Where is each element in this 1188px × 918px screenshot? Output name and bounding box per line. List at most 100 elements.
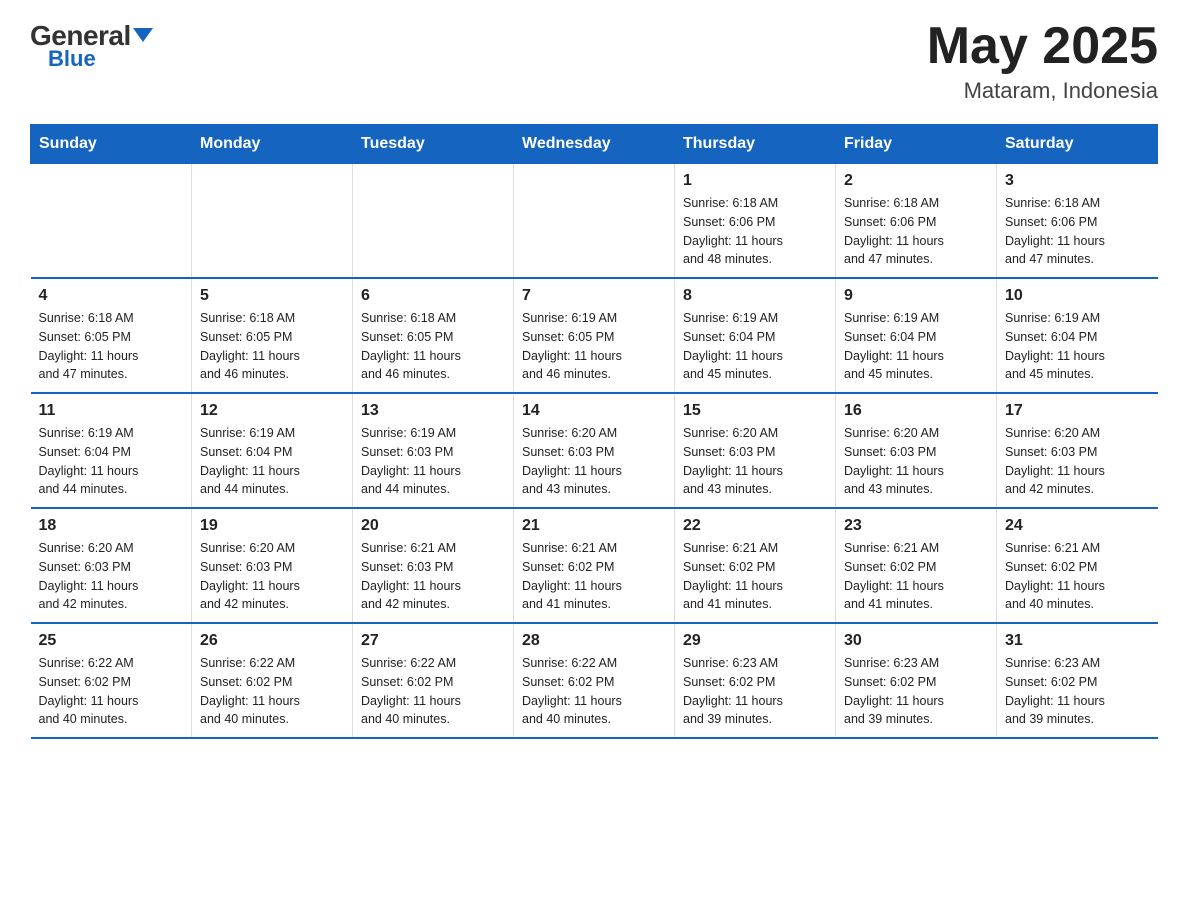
calendar-day-cell: 30 Sunrise: 6:23 AM Sunset: 6:02 PM Dayli… <box>836 623 997 738</box>
day-of-week-header: Tuesday <box>353 125 514 164</box>
day-info: Sunrise: 6:20 AM Sunset: 6:03 PM Dayligh… <box>683 424 827 499</box>
calendar-week-row: 4 Sunrise: 6:18 AM Sunset: 6:05 PM Daylig… <box>31 278 1158 393</box>
calendar-week-row: 11 Sunrise: 6:19 AM Sunset: 6:04 PM Dayli… <box>31 393 1158 508</box>
day-number: 11 <box>39 402 184 420</box>
day-number: 9 <box>844 287 988 305</box>
day-number: 1 <box>683 172 827 190</box>
calendar-day-cell: 9 Sunrise: 6:19 AM Sunset: 6:04 PM Daylig… <box>836 278 997 393</box>
day-number: 23 <box>844 517 988 535</box>
calendar-day-cell: 3 Sunrise: 6:18 AM Sunset: 6:06 PM Daylig… <box>997 164 1158 279</box>
calendar-day-cell: 18Sunrise: 6:20 AM Sunset: 6:03 PM Dayli… <box>31 508 192 623</box>
logo-triangle-icon <box>133 28 153 42</box>
calendar-header: SundayMondayTuesdayWednesdayThursdayFrid… <box>31 125 1158 164</box>
calendar-week-row: 18 Sunrise: 6:20 AM Sunset: 6:03 PM Dayli… <box>31 508 1158 623</box>
day-of-week-header: Wednesday <box>514 125 675 164</box>
day-of-week-header: Saturday <box>997 125 1158 164</box>
day-info: Sunrise: 6:20 AM Sunset: 6:03 PM Dayligh… <box>200 539 344 614</box>
day-number: 29 <box>683 632 827 650</box>
days-of-week-row: SundayMondayTuesdayWednesdayThursdayFrid… <box>31 125 1158 164</box>
day-number: 16 <box>844 402 988 420</box>
calendar-day-cell: 2 Sunrise: 6:18 AM Sunset: 6:06 PM Daylig… <box>836 164 997 279</box>
calendar-day-cell: 21Sunrise: 6:21 AM Sunset: 6:02 PM Dayli… <box>514 508 675 623</box>
day-info: Sunrise: 6:22 AM Sunset: 6:02 PM Dayligh… <box>522 654 666 729</box>
day-number: 13 <box>361 402 505 420</box>
page-header: General Blue May 2025 Mataram, Indonesia <box>30 20 1158 104</box>
month-year-title: May 2025 <box>927 20 1158 72</box>
calendar-day-cell: 28 Sunrise: 6:22 AM Sunset: 6:02 PM Dayli… <box>514 623 675 738</box>
calendar-day-cell: 1 Sunrise: 6:18 AM Sunset: 6:06 PM Daylig… <box>675 164 836 279</box>
day-info: Sunrise: 6:19 AM Sunset: 6:04 PM Dayligh… <box>683 309 827 384</box>
day-info: Sunrise: 6:23 AM Sunset: 6:02 PM Dayligh… <box>844 654 988 729</box>
calendar-day-cell <box>514 164 675 279</box>
location-subtitle: Mataram, Indonesia <box>927 78 1158 104</box>
calendar-day-cell: 12 Sunrise: 6:19 AM Sunset: 6:04 PM Dayli… <box>192 393 353 508</box>
day-info: Sunrise: 6:22 AM Sunset: 6:02 PM Dayligh… <box>361 654 505 729</box>
logo-blue-text: Blue <box>48 46 96 72</box>
day-of-week-header: Friday <box>836 125 997 164</box>
day-number: 6 <box>361 287 505 305</box>
calendar-day-cell: 13 Sunrise: 6:19 AM Sunset: 6:03 PM Dayli… <box>353 393 514 508</box>
day-info: Sunrise: 6:23 AM Sunset: 6:02 PM Dayligh… <box>683 654 827 729</box>
day-number: 18 <box>39 517 184 535</box>
calendar-day-cell: 14 Sunrise: 6:20 AM Sunset: 6:03 PM Dayli… <box>514 393 675 508</box>
day-info: Sunrise: 6:19 AM Sunset: 6:04 PM Dayligh… <box>1005 309 1150 384</box>
day-info: Sunrise: 6:18 AM Sunset: 6:05 PM Dayligh… <box>361 309 505 384</box>
day-info: Sunrise: 6:21 AM Sunset: 6:02 PM Dayligh… <box>844 539 988 614</box>
calendar-day-cell: 5Sunrise: 6:18 AM Sunset: 6:05 PM Daylig… <box>192 278 353 393</box>
calendar-day-cell: 10Sunrise: 6:19 AM Sunset: 6:04 PM Dayli… <box>997 278 1158 393</box>
day-info: Sunrise: 6:20 AM Sunset: 6:03 PM Dayligh… <box>522 424 666 499</box>
day-number: 27 <box>361 632 505 650</box>
calendar-day-cell: 20Sunrise: 6:21 AM Sunset: 6:03 PM Dayli… <box>353 508 514 623</box>
day-number: 15 <box>683 402 827 420</box>
day-number: 2 <box>844 172 988 190</box>
day-number: 26 <box>200 632 344 650</box>
day-info: Sunrise: 6:19 AM Sunset: 6:04 PM Dayligh… <box>844 309 988 384</box>
calendar-day-cell: 17 Sunrise: 6:20 AM Sunset: 6:03 PM Dayli… <box>997 393 1158 508</box>
day-info: Sunrise: 6:18 AM Sunset: 6:06 PM Dayligh… <box>683 194 827 269</box>
day-number: 17 <box>1005 402 1150 420</box>
day-info: Sunrise: 6:19 AM Sunset: 6:03 PM Dayligh… <box>361 424 505 499</box>
calendar-day-cell: 6 Sunrise: 6:18 AM Sunset: 6:05 PM Daylig… <box>353 278 514 393</box>
day-number: 19 <box>200 517 344 535</box>
calendar-day-cell: 29 Sunrise: 6:23 AM Sunset: 6:02 PM Dayli… <box>675 623 836 738</box>
day-info: Sunrise: 6:20 AM Sunset: 6:03 PM Dayligh… <box>844 424 988 499</box>
calendar-day-cell: 24 Sunrise: 6:21 AM Sunset: 6:02 PM Dayli… <box>997 508 1158 623</box>
calendar-day-cell: 26Sunrise: 6:22 AM Sunset: 6:02 PM Dayli… <box>192 623 353 738</box>
day-number: 5 <box>200 287 344 305</box>
logo: General Blue <box>30 20 153 72</box>
day-info: Sunrise: 6:18 AM Sunset: 6:06 PM Dayligh… <box>1005 194 1150 269</box>
day-info: Sunrise: 6:21 AM Sunset: 6:03 PM Dayligh… <box>361 539 505 614</box>
day-info: Sunrise: 6:20 AM Sunset: 6:03 PM Dayligh… <box>1005 424 1150 499</box>
calendar-day-cell: 31Sunrise: 6:23 AM Sunset: 6:02 PM Dayli… <box>997 623 1158 738</box>
calendar-day-cell: 19 Sunrise: 6:20 AM Sunset: 6:03 PM Dayli… <box>192 508 353 623</box>
day-number: 21 <box>522 517 666 535</box>
calendar-day-cell: 8Sunrise: 6:19 AM Sunset: 6:04 PM Daylig… <box>675 278 836 393</box>
day-number: 28 <box>522 632 666 650</box>
day-info: Sunrise: 6:19 AM Sunset: 6:04 PM Dayligh… <box>39 424 184 499</box>
calendar-day-cell: 15 Sunrise: 6:20 AM Sunset: 6:03 PM Dayli… <box>675 393 836 508</box>
day-number: 22 <box>683 517 827 535</box>
calendar-day-cell <box>31 164 192 279</box>
day-number: 14 <box>522 402 666 420</box>
calendar-day-cell: 11 Sunrise: 6:19 AM Sunset: 6:04 PM Dayli… <box>31 393 192 508</box>
calendar-day-cell: 16 Sunrise: 6:20 AM Sunset: 6:03 PM Dayli… <box>836 393 997 508</box>
day-info: Sunrise: 6:18 AM Sunset: 6:06 PM Dayligh… <box>844 194 988 269</box>
title-block: May 2025 Mataram, Indonesia <box>927 20 1158 104</box>
day-of-week-header: Monday <box>192 125 353 164</box>
day-info: Sunrise: 6:18 AM Sunset: 6:05 PM Dayligh… <box>39 309 184 384</box>
day-number: 4 <box>39 287 184 305</box>
day-number: 24 <box>1005 517 1150 535</box>
day-number: 12 <box>200 402 344 420</box>
day-number: 30 <box>844 632 988 650</box>
calendar-day-cell: 23 Sunrise: 6:21 AM Sunset: 6:02 PM Dayli… <box>836 508 997 623</box>
day-number: 3 <box>1005 172 1150 190</box>
calendar-day-cell: 25Sunrise: 6:22 AM Sunset: 6:02 PM Dayli… <box>31 623 192 738</box>
day-info: Sunrise: 6:19 AM Sunset: 6:05 PM Dayligh… <box>522 309 666 384</box>
day-info: Sunrise: 6:19 AM Sunset: 6:04 PM Dayligh… <box>200 424 344 499</box>
day-number: 31 <box>1005 632 1150 650</box>
calendar-day-cell: 27 Sunrise: 6:22 AM Sunset: 6:02 PM Dayli… <box>353 623 514 738</box>
day-info: Sunrise: 6:21 AM Sunset: 6:02 PM Dayligh… <box>683 539 827 614</box>
day-info: Sunrise: 6:21 AM Sunset: 6:02 PM Dayligh… <box>1005 539 1150 614</box>
day-of-week-header: Sunday <box>31 125 192 164</box>
calendar-table: SundayMondayTuesdayWednesdayThursdayFrid… <box>30 124 1158 739</box>
